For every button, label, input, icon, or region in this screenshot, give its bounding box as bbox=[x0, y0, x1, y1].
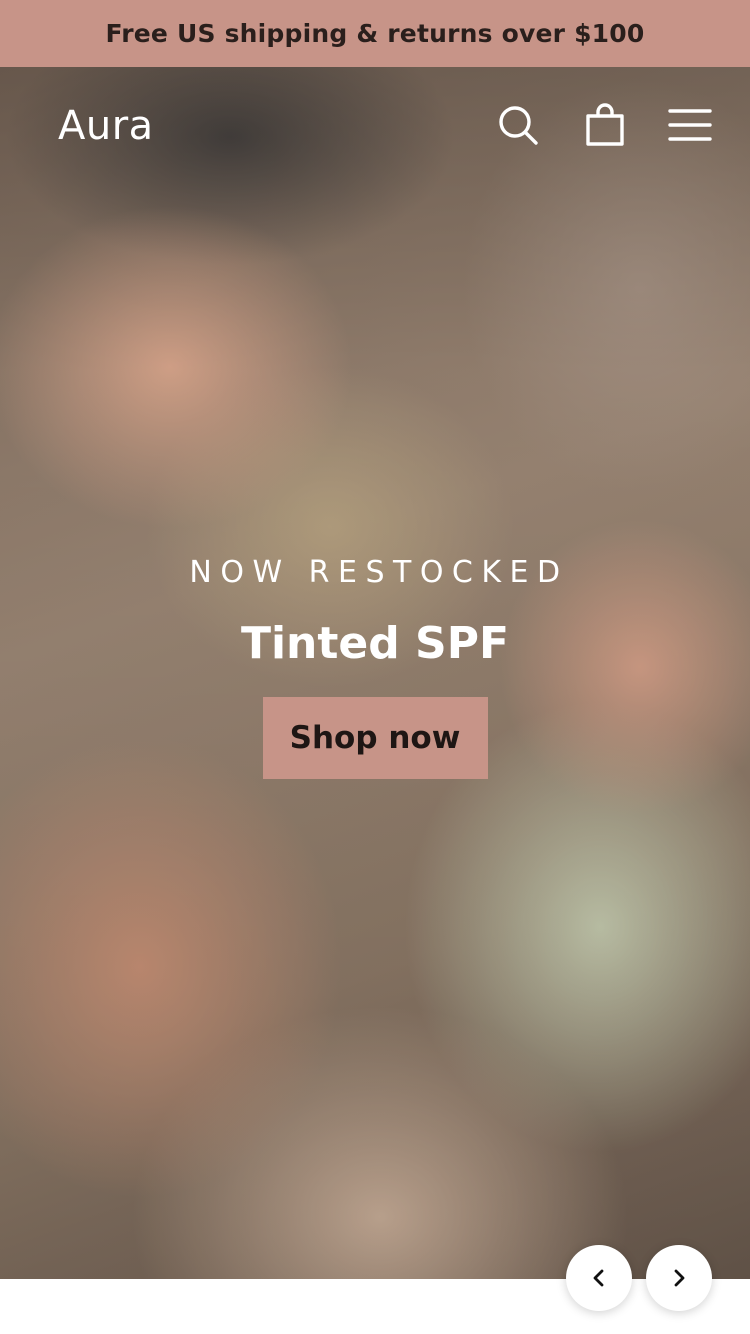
slider-prev-button[interactable] bbox=[566, 1245, 632, 1311]
hamburger-menu-icon[interactable] bbox=[664, 99, 716, 151]
announcement-bar: Free US shipping & returns over $100 bbox=[0, 0, 750, 67]
hero-eyebrow: NOW RESTOCKED bbox=[189, 555, 569, 590]
logo[interactable]: Aura bbox=[58, 103, 154, 149]
search-icon[interactable] bbox=[492, 99, 544, 151]
hero-content: NOW RESTOCKED Tinted SPF Shop now bbox=[0, 555, 750, 779]
chevron-right-icon bbox=[674, 1269, 685, 1287]
shop-now-button[interactable]: Shop now bbox=[262, 697, 488, 779]
chevron-left-icon bbox=[593, 1269, 604, 1287]
bag-icon[interactable] bbox=[579, 99, 631, 151]
site-header: Aura bbox=[0, 67, 750, 185]
hero-headline: Tinted SPF bbox=[240, 618, 510, 669]
announcement-text: Free US shipping & returns over $100 bbox=[105, 19, 645, 48]
slider-next-button[interactable] bbox=[646, 1245, 712, 1311]
